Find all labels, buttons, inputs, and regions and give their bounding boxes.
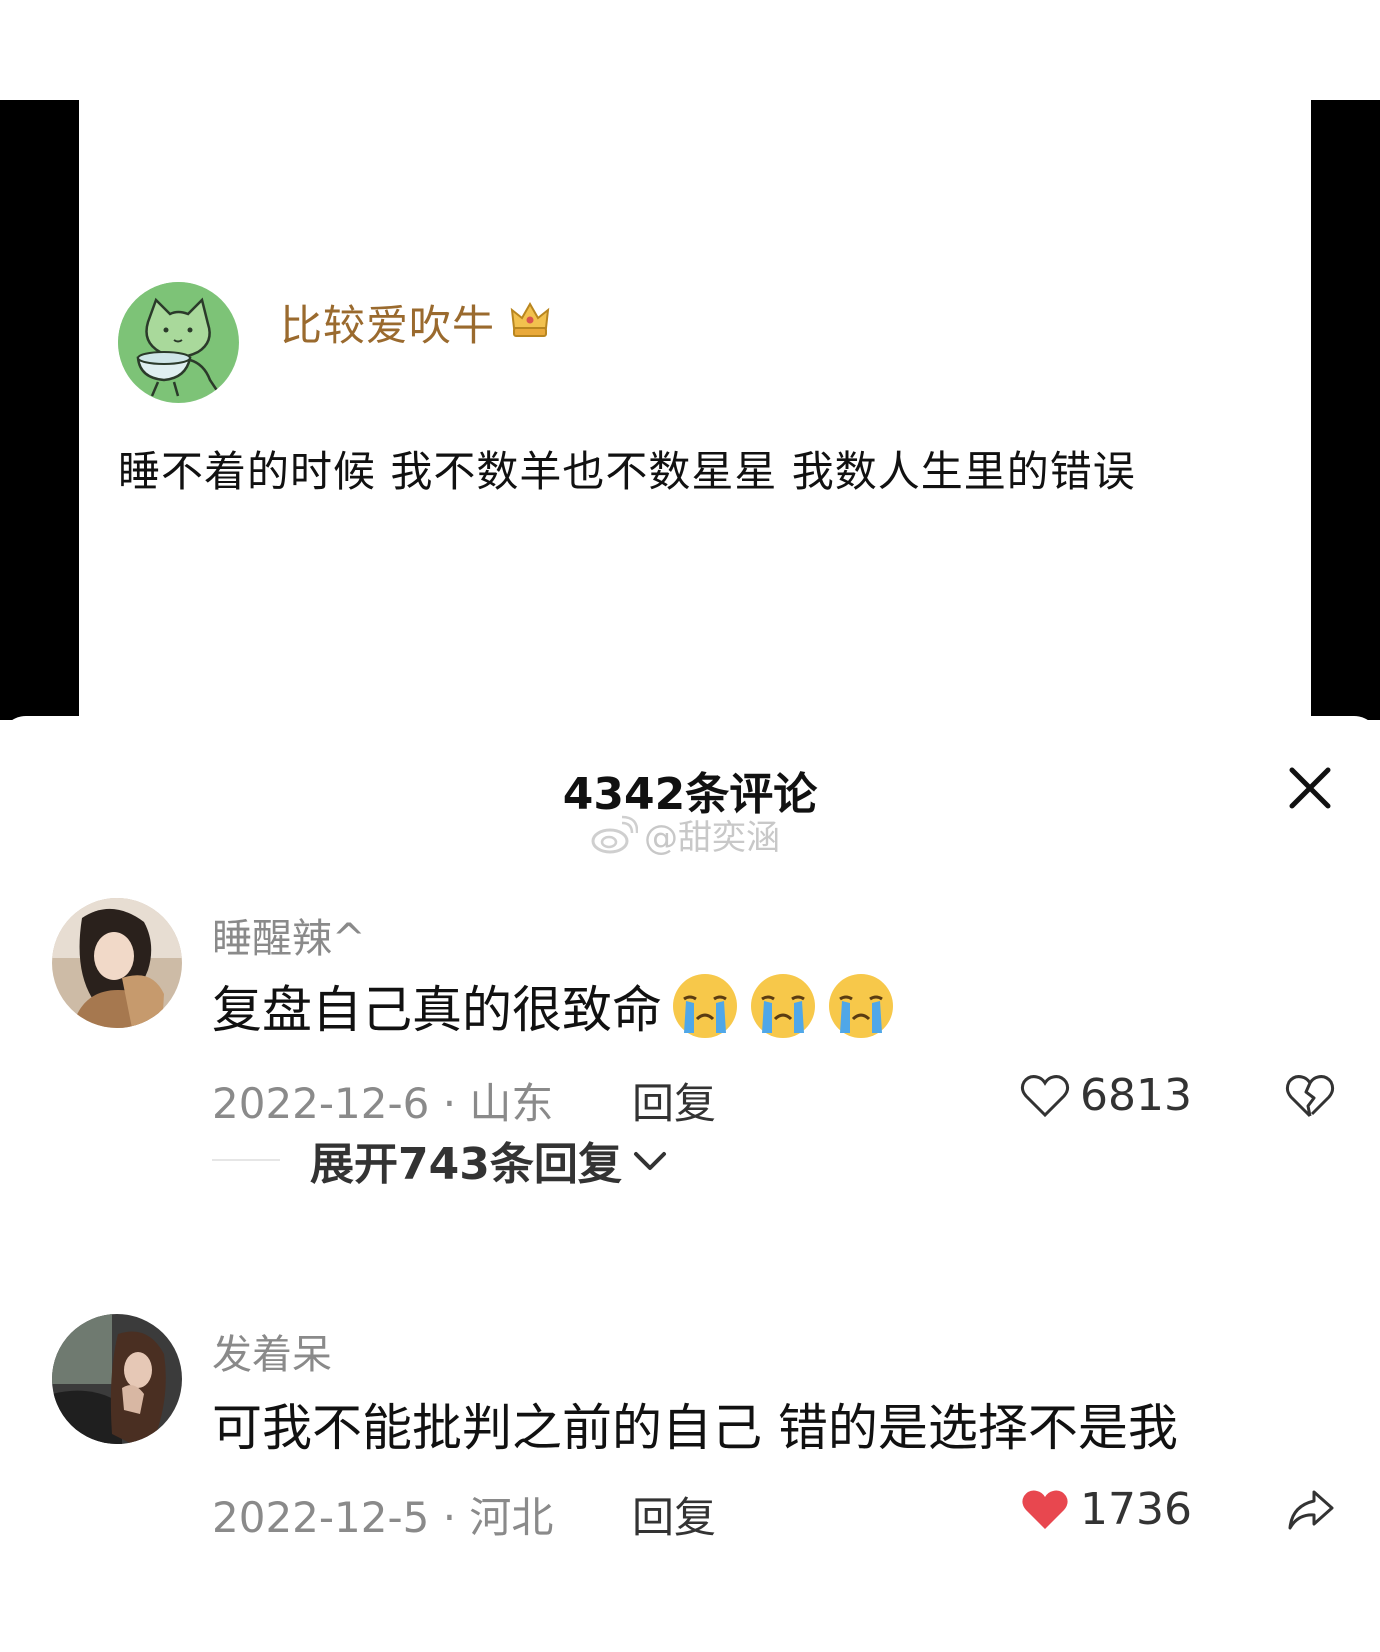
close-button[interactable] [1284,762,1336,814]
like-count: 1736 [1080,1484,1192,1535]
comment-text: 复盘自己真的很致命 [212,970,896,1042]
chevron-down-icon [633,1152,666,1170]
broken-heart-icon [1285,1075,1335,1118]
commenter-name[interactable]: 睡醒辣^ [212,906,366,964]
like-count: 6813 [1080,1070,1192,1121]
heart-filled-icon [1022,1490,1068,1529]
dislike-button[interactable] [1284,1072,1336,1124]
author-avatar[interactable] [118,282,239,403]
crying-face-icon [751,974,815,1038]
crown-icon [508,298,552,342]
reply-button[interactable]: 回复 [632,1070,716,1131]
expand-replies-button[interactable]: 展开743条回复 [212,1130,812,1190]
share-icon [1288,1490,1334,1530]
weibo-logo-icon [591,815,638,853]
commenter-name[interactable]: 发着呆 [212,1322,332,1380]
heart-outline-icon [1020,1074,1070,1117]
comment-text-content: 复盘自己真的很致命 [212,981,662,1039]
like-button[interactable]: 6813 [1020,1070,1192,1121]
crying-face-icon [829,974,893,1038]
share-button[interactable] [1284,1486,1336,1538]
comment-text: 可我不能批判之前的自己 错的是选择不是我 [212,1399,1178,1457]
comment-date-location: 2022-12-6 · 山东 [212,1079,554,1128]
post-text: 睡不着的时候 我不数羊也不数星星 我数人生里的错误 [118,447,1136,496]
watermark: @甜奕涵 [590,810,780,859]
video-letterbox-right [1311,100,1380,720]
like-button[interactable]: 1736 [1020,1484,1192,1535]
expand-replies-label: 展开743条回复 [310,1139,622,1190]
reply-button[interactable]: 回复 [632,1484,716,1545]
close-icon [1289,767,1331,809]
commenter-avatar[interactable] [52,898,182,1028]
post-area: 比较爱吹牛 睡不着的时候 我不数羊也不数星星 我数人生里的错误 [0,0,1380,720]
video-letterbox-left [0,100,79,720]
expand-divider [212,1159,280,1161]
commenter-avatar[interactable] [52,1314,182,1444]
author-name[interactable]: 比较爱吹牛 [280,292,495,353]
comment-date-location: 2022-12-5 · 河北 [212,1493,554,1542]
crying-face-icon [673,974,737,1038]
watermark-text: @甜奕涵 [644,818,780,858]
